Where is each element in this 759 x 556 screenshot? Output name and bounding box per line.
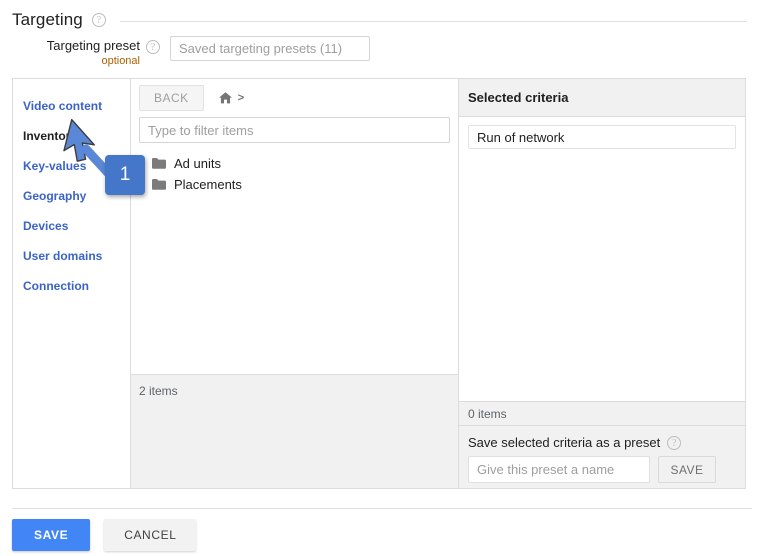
browser-toolbar: BACK >: [131, 79, 458, 117]
selected-criteria-header: Selected criteria: [459, 79, 745, 117]
list-item-label: Placements: [174, 177, 242, 192]
home-icon[interactable]: [218, 91, 233, 105]
save-preset-title-row: Save selected criteria as a preset ?: [468, 435, 736, 450]
folder-icon: [152, 158, 166, 169]
cancel-button[interactable]: CANCEL: [104, 519, 197, 551]
targeting-preset-label-group: Targeting preset optional ?: [12, 36, 160, 68]
targeting-preset-label: Targeting preset optional: [47, 39, 140, 68]
targeting-preset-row: Targeting preset optional ?: [12, 36, 752, 67]
targeting-category-sidebar: Video content Inventory Key-values Geogr…: [13, 79, 131, 488]
targeting-preset-label-main: Targeting preset: [46, 38, 140, 53]
breadcrumb: >: [218, 91, 244, 105]
selected-criteria-panel: Selected criteria Run of network 0 items…: [459, 79, 745, 488]
sidebar-item-video-content[interactable]: Video content: [13, 91, 130, 121]
targeting-preset-optional-note: optional: [101, 55, 140, 67]
annotation-badge-1: 1: [105, 155, 145, 195]
help-circle-icon[interactable]: ?: [146, 40, 160, 54]
annotation-badge-number: 1: [119, 164, 131, 185]
footer-divider: [12, 508, 752, 509]
sidebar-item-inventory[interactable]: Inventory: [13, 121, 130, 151]
breadcrumb-separator: >: [237, 92, 245, 104]
save-preset-title: Save selected criteria as a preset: [468, 435, 661, 450]
filter-input[interactable]: [139, 117, 450, 143]
sidebar-item-user-domains[interactable]: User domains: [13, 241, 130, 271]
targeting-panels: Video content Inventory Key-values Geogr…: [12, 78, 746, 489]
browser-item-count: 2 items: [131, 374, 458, 488]
selected-criteria-list: Run of network: [459, 117, 745, 401]
back-button[interactable]: BACK: [139, 85, 204, 111]
save-preset-button[interactable]: SAVE: [658, 456, 716, 483]
targeting-section-header: Targeting ?: [12, 8, 747, 32]
sidebar-item-connection[interactable]: Connection: [13, 271, 130, 301]
targeting-preset-input[interactable]: [170, 36, 370, 61]
save-preset-section: Save selected criteria as a preset ? SAV…: [459, 426, 745, 488]
save-button[interactable]: SAVE: [12, 519, 91, 551]
selected-criteria-item[interactable]: Run of network: [468, 125, 736, 149]
footer-actions: SAVE CANCEL: [12, 519, 197, 551]
selected-criteria-count: 0 items: [459, 401, 745, 426]
help-circle-icon[interactable]: ?: [667, 435, 682, 450]
filter-input-wrapper: [131, 117, 458, 149]
sidebar-item-devices[interactable]: Devices: [13, 211, 130, 241]
list-item-label: Ad units: [174, 156, 221, 171]
help-circle-icon[interactable]: ?: [91, 13, 106, 27]
inventory-browser-panel: BACK > Ad units: [131, 79, 459, 488]
header-divider: [119, 20, 747, 22]
list-item[interactable]: Placements: [131, 174, 458, 195]
folder-icon: [152, 179, 166, 190]
save-preset-controls: SAVE: [468, 456, 736, 483]
preset-name-input[interactable]: [468, 456, 650, 483]
inventory-tree-list: Ad units Placements: [131, 149, 458, 374]
page-title: Targeting: [12, 10, 83, 29]
list-item[interactable]: Ad units: [131, 153, 458, 174]
